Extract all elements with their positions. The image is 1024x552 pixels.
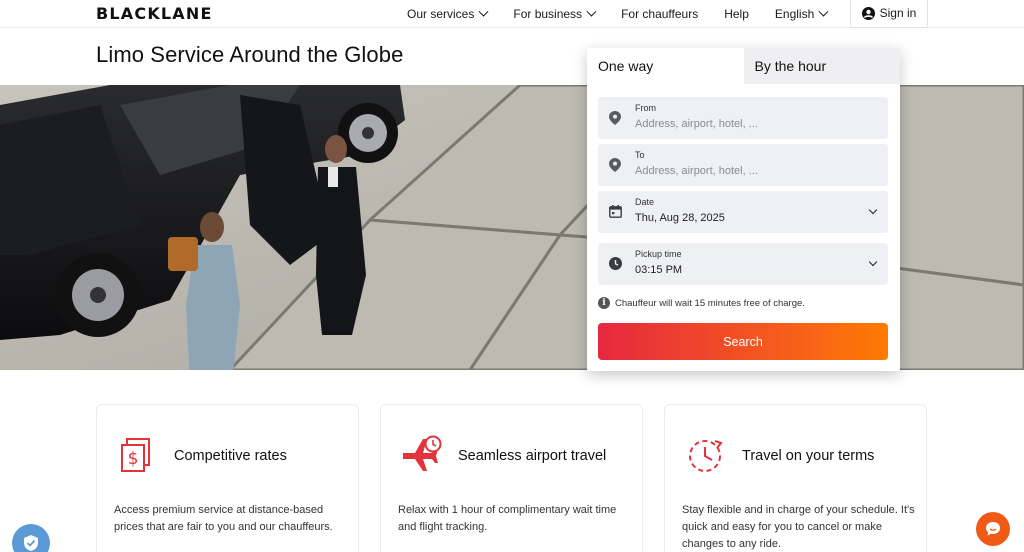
search-button[interactable]: Search [598,323,888,360]
chat-button[interactable] [976,512,1010,546]
feature-description: Access premium service at distance-based… [114,504,333,533]
nav-language[interactable]: English [774,6,829,21]
pickup-time-label: Pickup time [635,249,682,259]
date-label: Date [635,197,655,207]
from-field[interactable]: From Address, airport, hotel, ... [598,97,888,139]
feature-title: Competitive rates [174,448,287,464]
logo[interactable]: BLACKLANE [96,4,213,23]
feature-description: Stay flexible and in charge of your sche… [682,504,915,550]
to-label: To [635,150,645,160]
nav-for-business[interactable]: For business [513,6,597,21]
nav-label: For business [513,7,583,21]
chevron-down-icon [818,6,829,17]
site-header: BLACKLANE Our services For business For … [0,0,1024,28]
nav-label: Our services [407,7,475,21]
sign-in-button[interactable]: Sign in [850,0,928,28]
pickup-time-picker[interactable]: Pickup time 03:15 PM [598,243,888,285]
chevron-down-icon [586,6,597,17]
page-title: Limo Service Around the Globe [96,42,404,67]
feature-card-airport-travel: Seamless airport travel Relax with 1 hou… [380,404,643,552]
location-pin-icon [609,111,621,125]
feature-card-travel-on-your-terms: Travel on your terms Stay flexible and i… [664,404,927,552]
chevron-down-icon [868,257,878,267]
date-value: Thu, Aug 28, 2025 [635,212,725,224]
feature-title: Travel on your terms [742,448,875,464]
airplane-clock-icon [403,435,442,471]
main-nav: Our services For business For chauffeurs… [407,0,853,28]
feature-title: Seamless airport travel [458,448,607,464]
to-placeholder: Address, airport, hotel, ... [635,165,758,177]
shield-check-icon [24,535,38,551]
tab-by-the-hour[interactable]: By the hour [743,48,900,84]
chevron-down-icon [868,205,878,215]
clock-icon [609,257,622,270]
nav-label: Help [724,7,749,21]
pickup-time-value: 03:15 PM [635,264,683,276]
user-icon [861,6,875,20]
svg-text:$: $ [128,449,139,469]
wait-time-text: Chauffeur will wait 15 minutes free of c… [615,297,805,309]
feature-description: Relax with 1 hour of complimentary wait … [398,504,617,533]
flexible-schedule-icon [689,440,723,472]
date-picker[interactable]: Date Thu, Aug 28, 2025 [598,191,888,233]
sign-in-label: Sign in [879,6,917,20]
wait-time-note: i Chauffeur will wait 15 minutes free of… [598,297,805,309]
to-field[interactable]: To Address, airport, hotel, ... [598,144,888,186]
location-pin-icon [609,158,621,172]
nav-label: For chauffeurs [621,7,699,21]
from-label: From [635,103,656,113]
dollar-bills-icon: $ [121,438,150,472]
calendar-icon [609,205,622,218]
booking-widget: One way By the hour From Address, airpor… [587,48,900,371]
chevron-down-icon [478,6,489,17]
booking-tabs: One way By the hour [587,48,900,84]
nav-help[interactable]: Help [724,7,749,21]
trust-badge-button[interactable] [12,524,50,552]
nav-label: English [774,7,815,21]
tab-one-way[interactable]: One way [587,48,744,84]
feature-card-competitive-rates: $ Competitive rates Access premium servi… [96,404,359,552]
from-placeholder: Address, airport, hotel, ... [635,118,758,130]
info-icon: i [598,297,610,309]
nav-for-chauffeurs[interactable]: For chauffeurs [621,7,698,21]
nav-our-services[interactable]: Our services [407,6,489,21]
chat-bubble-icon [986,522,1000,536]
